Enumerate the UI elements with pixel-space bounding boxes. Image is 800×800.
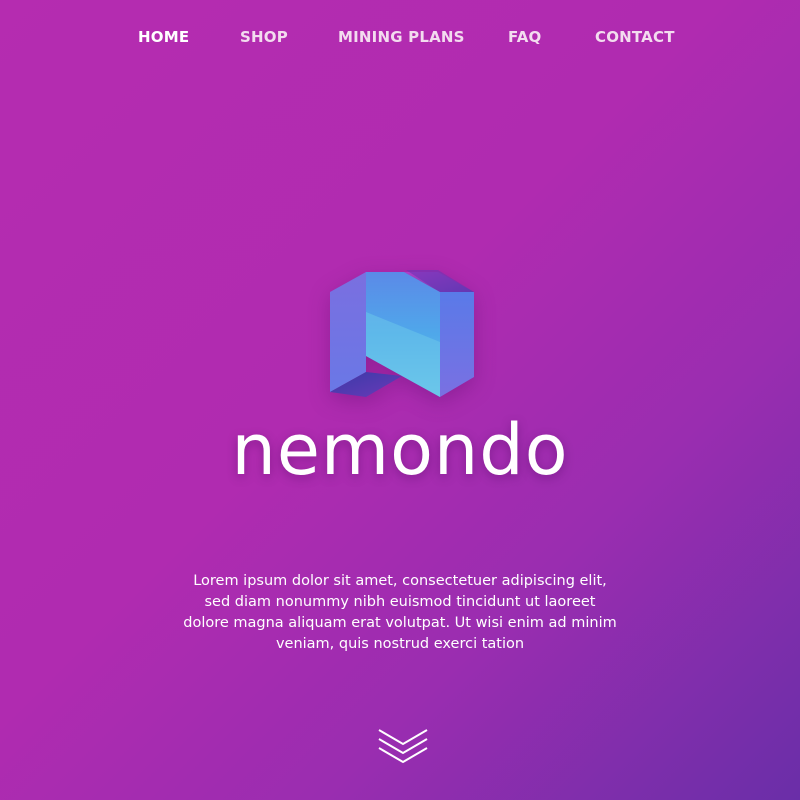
main-navigation: HOME SHOP MINING PLANS FAQ CONTACT	[0, 28, 800, 56]
nav-item-contact[interactable]: CONTACT	[595, 28, 675, 46]
nav-item-home[interactable]: HOME	[138, 28, 189, 46]
hero-description: Lorem ipsum dolor sit amet, consectetuer…	[183, 572, 617, 652]
nav-item-shop[interactable]: SHOP	[240, 28, 288, 46]
nav-item-faq[interactable]: FAQ	[508, 28, 542, 46]
brand-wordmark: nemondo	[231, 409, 569, 491]
chevrons-down-icon[interactable]	[376, 726, 430, 768]
nav-item-mining-plans[interactable]: MINING PLANS	[338, 28, 465, 46]
nemondo-cube-logo-icon	[322, 262, 482, 407]
